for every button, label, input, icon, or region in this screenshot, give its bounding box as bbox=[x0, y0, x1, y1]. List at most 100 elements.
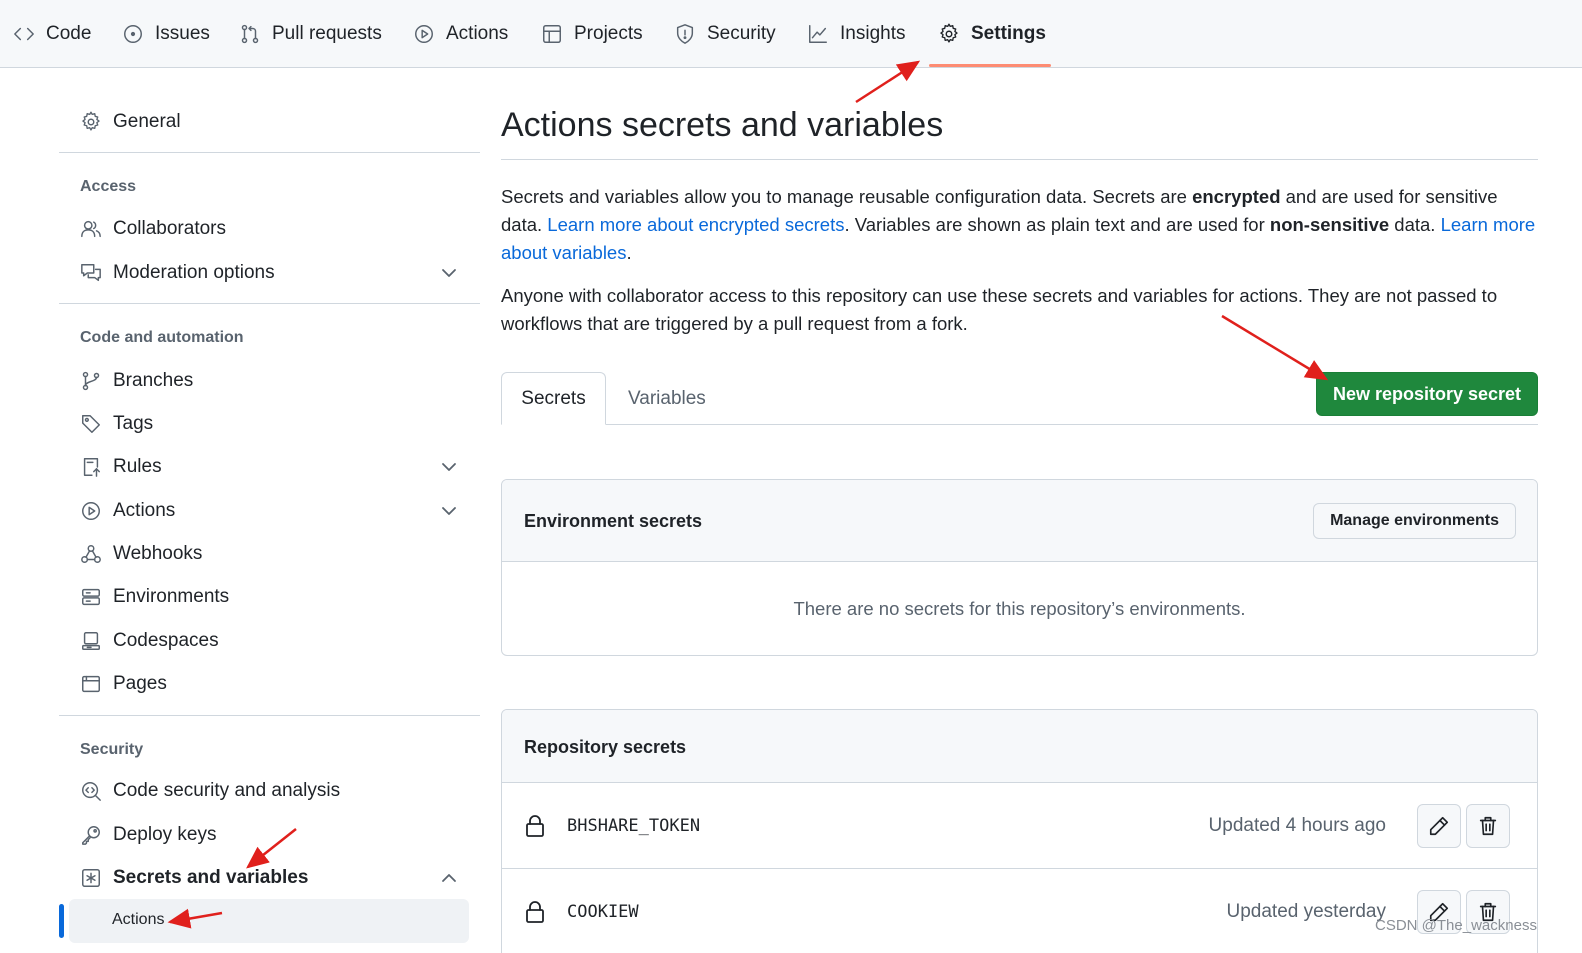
text: data. bbox=[1389, 214, 1441, 235]
sidebar-divider bbox=[59, 152, 480, 153]
tab-code[interactable]: Code bbox=[12, 0, 91, 68]
repository-secrets-title: Repository secrets bbox=[524, 737, 687, 757]
annotation-arrow-settings bbox=[855, 60, 921, 104]
tab-pull-requests[interactable]: Pull requests bbox=[238, 0, 382, 68]
key-icon bbox=[79, 823, 103, 847]
sidebar-item-label: Actions bbox=[113, 500, 176, 521]
edit-secret-button[interactable] bbox=[1417, 804, 1461, 848]
intro-paragraph: Secrets and variables allow you to manag… bbox=[501, 183, 1541, 267]
sidebar-item-webhooks[interactable]: Webhooks bbox=[79, 534, 469, 574]
git-branch-icon bbox=[79, 369, 103, 393]
tab-secrets[interactable]: Secrets bbox=[501, 372, 606, 425]
sidebar-item-label: Collaborators bbox=[113, 218, 226, 239]
sidebar-item-code-security[interactable]: Code security and analysis bbox=[79, 771, 469, 811]
browser-icon bbox=[79, 672, 103, 696]
text: . Variables are shown as plain text and … bbox=[844, 214, 1270, 235]
secret-name: COOKIEW bbox=[567, 902, 639, 922]
environment-secrets-title: Environment secrets bbox=[524, 511, 703, 531]
tab-label: Issues bbox=[155, 23, 210, 44]
secret-updated: Updated 4 hours ago bbox=[1208, 815, 1386, 836]
tab-insights[interactable]: Insights bbox=[806, 0, 905, 68]
tab-security[interactable]: Security bbox=[673, 0, 776, 68]
sidebar-active-indicator bbox=[59, 904, 64, 938]
manage-environments-button[interactable]: Manage environments bbox=[1313, 503, 1516, 539]
sidebar-item-moderation[interactable]: Moderation options bbox=[79, 253, 469, 293]
sidebar-item-collaborators[interactable]: Collaborators bbox=[79, 209, 469, 249]
sidebar-item-actions[interactable]: Actions bbox=[79, 491, 469, 531]
learn-more-secrets-link[interactable]: Learn more about encrypted secrets bbox=[547, 214, 844, 235]
table-icon bbox=[540, 22, 564, 46]
chevron-down-icon[interactable] bbox=[439, 263, 459, 283]
sidebar-item-secrets-variables[interactable]: Secrets and variables bbox=[79, 858, 469, 898]
tab-label: Code bbox=[46, 23, 92, 44]
page-title: Actions secrets and variables bbox=[501, 106, 944, 144]
environment-secrets-box: Environment secrets Manage environments … bbox=[501, 479, 1538, 656]
sidebar-heading-security: Security bbox=[80, 741, 144, 758]
lock-icon bbox=[524, 900, 546, 924]
new-repository-secret-button[interactable]: New repository secret bbox=[1316, 372, 1538, 416]
gear-icon bbox=[937, 22, 961, 46]
tag-icon bbox=[79, 412, 103, 436]
tab-label: Actions bbox=[446, 23, 509, 44]
codescan-icon bbox=[79, 779, 103, 803]
active-tab-underline bbox=[929, 64, 1051, 67]
sidebar-item-label: Rules bbox=[113, 456, 162, 477]
git-pull-request-icon bbox=[238, 22, 262, 46]
webhook-icon bbox=[79, 542, 103, 566]
empty-state-message: There are no secrets for this repository… bbox=[793, 598, 1246, 619]
tab-projects[interactable]: Projects bbox=[540, 0, 643, 68]
people-icon bbox=[79, 217, 103, 241]
sidebar-item-label: Deploy keys bbox=[113, 824, 217, 845]
text: Secrets and variables allow you to manag… bbox=[501, 186, 1193, 207]
code-icon bbox=[12, 22, 36, 46]
chevron-down-icon[interactable] bbox=[439, 501, 459, 521]
sidebar-subitem-actions[interactable]: Actions bbox=[112, 911, 164, 929]
tab-label: Security bbox=[707, 23, 776, 44]
tab-label: Projects bbox=[574, 23, 643, 44]
title-divider bbox=[501, 159, 1538, 160]
sidebar-item-pages[interactable]: Pages bbox=[79, 664, 469, 704]
sidebar-heading-code-automation: Code and automation bbox=[80, 329, 244, 346]
tab-label: Insights bbox=[840, 23, 906, 44]
tab-variables[interactable]: Variables bbox=[628, 372, 706, 425]
sidebar-divider bbox=[59, 715, 480, 716]
repo-push-icon bbox=[79, 455, 103, 479]
secret-row: BHSHARE_TOKEN Updated 4 hours ago bbox=[502, 782, 1537, 868]
sidebar-item-label: Code security and analysis bbox=[113, 780, 341, 801]
box-header: Environment secrets Manage environments bbox=[502, 480, 1537, 562]
text: . bbox=[626, 242, 632, 263]
issue-opened-icon bbox=[121, 22, 145, 46]
tab-settings[interactable]: Settings bbox=[937, 0, 1046, 68]
access-paragraph: Anyone with collaborator access to this … bbox=[501, 285, 1498, 334]
sidebar-item-environments[interactable]: Environments bbox=[79, 577, 469, 617]
sidebar-item-label: Branches bbox=[113, 370, 194, 391]
tab-issues[interactable]: Issues bbox=[121, 0, 210, 68]
play-icon bbox=[412, 22, 436, 46]
watermark: CSDN @The_wackness bbox=[1375, 917, 1537, 934]
sidebar-item-deploy-keys[interactable]: Deploy keys bbox=[79, 815, 469, 855]
sidebar-item-label: General bbox=[113, 111, 181, 132]
sidebar-item-general[interactable]: General bbox=[79, 102, 469, 142]
sidebar-item-rules[interactable]: Rules bbox=[79, 447, 469, 487]
secret-name: BHSHARE_TOKEN bbox=[567, 816, 701, 836]
play-icon bbox=[79, 499, 103, 523]
sidebar-heading-access: Access bbox=[80, 178, 137, 195]
sidebar-item-tags[interactable]: Tags bbox=[79, 404, 469, 444]
sidebar-item-label: Moderation options bbox=[113, 262, 275, 283]
sidebar-divider bbox=[59, 303, 480, 304]
tab-actions[interactable]: Actions bbox=[412, 0, 508, 68]
sidebar-item-label: Codespaces bbox=[113, 630, 219, 651]
sidebar-item-label: Pages bbox=[113, 673, 167, 694]
delete-secret-button[interactable] bbox=[1466, 804, 1510, 848]
shield-icon bbox=[673, 22, 697, 46]
text-bold: encrypted bbox=[1192, 186, 1281, 207]
tab-label: Pull requests bbox=[272, 23, 382, 44]
chevron-down-icon[interactable] bbox=[439, 457, 459, 477]
pencil-icon bbox=[1429, 816, 1449, 836]
sidebar-item-branches[interactable]: Branches bbox=[79, 361, 469, 401]
key-asterisk-icon bbox=[79, 866, 103, 890]
sidebar-item-codespaces[interactable]: Codespaces bbox=[79, 621, 469, 661]
box-header: Repository secrets bbox=[502, 710, 1537, 783]
sidebar-item-label: Secrets and variables bbox=[113, 867, 309, 888]
chevron-up-icon[interactable] bbox=[439, 868, 459, 888]
